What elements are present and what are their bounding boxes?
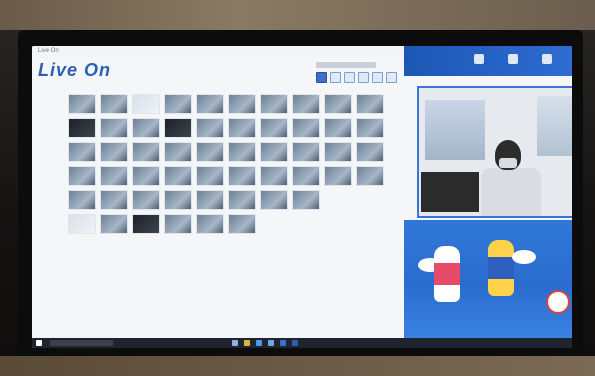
participant-thumbnail[interactable] — [356, 142, 384, 162]
participant-thumbnail[interactable] — [196, 142, 224, 162]
grid-icon[interactable] — [330, 72, 341, 83]
participant-thumbnail[interactable] — [68, 118, 96, 138]
participant-thumbnail[interactable] — [292, 142, 320, 162]
participant-thumbnail[interactable] — [100, 166, 128, 186]
video-background-window — [425, 100, 485, 160]
layout-icon[interactable] — [316, 72, 327, 83]
presenter-mask — [499, 158, 517, 168]
settings-icon[interactable] — [372, 72, 383, 83]
video-background-window-right — [537, 96, 572, 156]
participant-thumbnail[interactable] — [228, 94, 256, 114]
participant-thumbnail[interactable] — [228, 190, 256, 210]
top-control-bar[interactable] — [316, 62, 376, 68]
list-icon[interactable] — [344, 72, 355, 83]
participant-thumbnail[interactable] — [196, 94, 224, 114]
explorer-icon[interactable] — [244, 340, 250, 346]
participant-thumbnail[interactable] — [228, 142, 256, 162]
participant-thumbnail[interactable] — [68, 214, 96, 234]
participant-thumbnail[interactable] — [132, 94, 160, 114]
participant-thumbnail[interactable] — [292, 166, 320, 186]
mail-icon[interactable] — [280, 340, 286, 346]
participant-thumbnail[interactable] — [68, 166, 96, 186]
participant-thumbnail[interactable] — [260, 190, 288, 210]
participant-thumbnail[interactable] — [292, 190, 320, 210]
participant-thumbnail[interactable] — [260, 94, 288, 114]
participant-thumbnail[interactable] — [68, 190, 96, 210]
participant-thumbnail[interactable] — [324, 166, 352, 186]
participant-thumbnail[interactable] — [196, 118, 224, 138]
participant-thumbnail[interactable] — [356, 94, 384, 114]
presenter-body — [481, 168, 541, 216]
participant-thumbnail[interactable] — [260, 166, 288, 186]
mascot-wing-right — [512, 250, 536, 264]
school-logo — [546, 290, 570, 314]
participant-thumbnail[interactable] — [292, 94, 320, 114]
mascot-panel — [404, 220, 572, 338]
participant-thumbnail[interactable] — [196, 190, 224, 210]
liveon-logo: Live On — [38, 60, 112, 80]
participant-thumbnail[interactable] — [324, 118, 352, 138]
desk — [0, 356, 595, 376]
participant-thumbnail[interactable] — [100, 214, 128, 234]
laptop-frame: Live On Live On — [0, 0, 595, 376]
participant-thumbnail[interactable] — [132, 118, 160, 138]
edge-icon[interactable] — [256, 340, 262, 346]
app-titlebar: Live On — [32, 46, 404, 58]
participant-thumbnail[interactable] — [164, 214, 192, 234]
participant-thumbnail[interactable] — [100, 94, 128, 114]
participant-thumbnail[interactable] — [164, 94, 192, 114]
participant-thumbnail[interactable] — [196, 214, 224, 234]
taskbar-search[interactable] — [50, 340, 113, 346]
participant-thumbnail[interactable] — [100, 118, 128, 138]
participant-thumbnail[interactable] — [164, 142, 192, 162]
menu-icon[interactable] — [508, 54, 518, 64]
participant-thumbnail[interactable] — [196, 166, 224, 186]
windows-icon[interactable] — [36, 340, 42, 346]
participant-thumbnail[interactable] — [228, 118, 256, 138]
participant-thumbnail[interactable] — [68, 142, 96, 162]
participant-thumbnail[interactable] — [356, 118, 384, 138]
participant-thumbnail[interactable] — [260, 118, 288, 138]
toolbar — [316, 72, 397, 83]
participant-thumbnail[interactable] — [100, 190, 128, 210]
store-icon[interactable] — [268, 340, 274, 346]
participant-thumbnail[interactable] — [132, 214, 160, 234]
participant-thumbnail[interactable] — [164, 166, 192, 186]
background-wall — [0, 0, 595, 30]
participant-thumbnail[interactable] — [164, 118, 192, 138]
participant-thumbnail[interactable] — [164, 190, 192, 210]
participant-grid — [68, 94, 398, 242]
mascot-red — [434, 246, 460, 302]
participant-thumbnail[interactable] — [100, 142, 128, 162]
close-icon[interactable] — [386, 72, 397, 83]
right-header — [404, 46, 572, 76]
task-view-icon[interactable] — [232, 340, 238, 346]
participant-thumbnail[interactable] — [292, 118, 320, 138]
main-video[interactable] — [417, 86, 572, 218]
participant-thumbnail[interactable] — [260, 142, 288, 162]
participant-thumbnail[interactable] — [68, 94, 96, 114]
app-window-title: Live On — [38, 48, 59, 54]
participant-thumbnail[interactable] — [132, 166, 160, 186]
profile-icon[interactable] — [474, 54, 484, 64]
participant-thumbnail[interactable] — [132, 190, 160, 210]
participant-thumbnail[interactable] — [324, 94, 352, 114]
participant-thumbnail[interactable] — [324, 142, 352, 162]
liveon-icon[interactable] — [292, 340, 298, 346]
participant-thumbnail[interactable] — [228, 166, 256, 186]
taskbar — [32, 338, 572, 348]
expand-icon[interactable] — [358, 72, 369, 83]
mascot-blue — [488, 240, 514, 296]
participant-thumbnail[interactable] — [132, 142, 160, 162]
participant-thumbnail[interactable] — [228, 214, 256, 234]
video-furniture — [421, 172, 479, 212]
settings-icon[interactable] — [542, 54, 552, 64]
participant-thumbnail[interactable] — [356, 166, 384, 186]
screen: Live On Live On — [32, 46, 572, 348]
